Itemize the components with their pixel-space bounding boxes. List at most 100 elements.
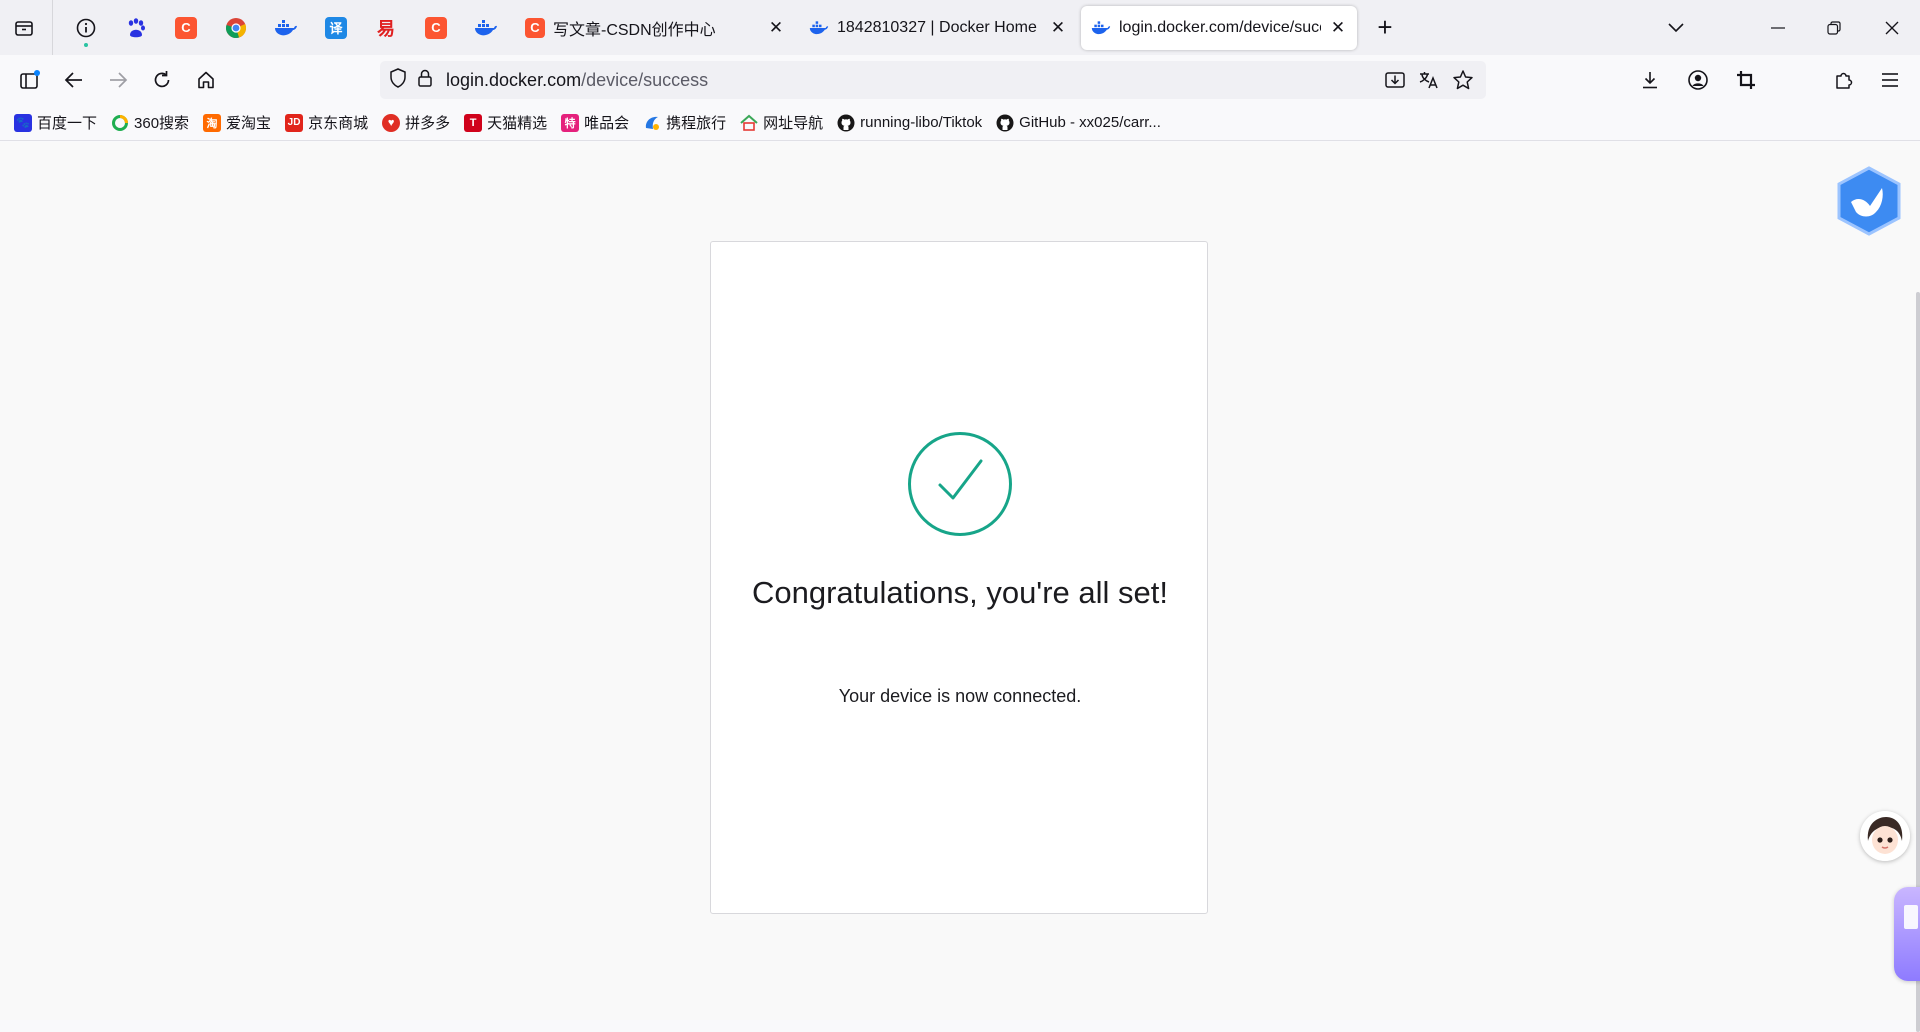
csdn-icon: C — [175, 16, 197, 39]
url-text[interactable]: login.docker.com/device/success — [446, 70, 708, 91]
list-all-tabs-button[interactable] — [1648, 0, 1704, 55]
download-icon — [1643, 72, 1657, 89]
docker-icon — [275, 19, 297, 35]
tab-title: 写文章-CSDN创作中心 — [553, 21, 716, 39]
translate-icon[interactable] — [1412, 70, 1446, 90]
github-icon — [837, 114, 855, 132]
tmall-icon: T — [464, 113, 483, 132]
tab-divider — [52, 0, 53, 55]
bookmark-label: 360搜索 — [134, 115, 190, 132]
github-icon — [996, 114, 1014, 132]
close-icon[interactable]: ✕ — [767, 18, 785, 38]
docker-icon — [809, 20, 829, 34]
pinned-tab-chrome[interactable] — [211, 0, 261, 55]
forward-button[interactable] — [96, 60, 140, 100]
sidebar-icon — [20, 70, 40, 89]
new-tab-button[interactable]: + — [1365, 8, 1405, 48]
pinned-tab-info[interactable] — [61, 0, 111, 55]
close-icon[interactable]: ✕ — [1049, 18, 1067, 38]
pinned-tab-baidu[interactable] — [111, 0, 161, 55]
baidu-icon: 🐾 — [14, 113, 32, 132]
tab-overview-icon[interactable] — [6, 10, 42, 46]
bookmark-360[interactable]: 360搜索 — [111, 112, 189, 133]
bookmark-label: 京东商城 — [308, 115, 369, 132]
crop-icon — [1737, 71, 1755, 89]
hamburger-icon — [1882, 73, 1898, 87]
bookmark-baidu[interactable]: 🐾 百度一下 — [14, 112, 97, 133]
pinned-tab-translate[interactable]: 译 — [311, 0, 361, 55]
tab-docker-home[interactable]: 1842810327 | Docker Home ✕ — [799, 6, 1077, 50]
360-icon — [111, 114, 129, 132]
downloads-button[interactable] — [1626, 60, 1674, 100]
ctrip-icon — [643, 114, 661, 132]
nav-icon — [740, 114, 758, 132]
bookmark-label: 网址导航 — [763, 115, 824, 132]
pinned-tab-docker-2[interactable] — [461, 0, 511, 55]
bookmark-label: 拼多多 — [405, 115, 451, 132]
pinned-tab-csdn[interactable]: C — [161, 0, 211, 55]
account-button[interactable] — [1674, 60, 1722, 100]
bookmark-pdd[interactable]: ♥ 拼多多 — [382, 112, 450, 133]
assistant-avatar[interactable] — [1860, 811, 1910, 861]
reload-icon — [154, 71, 170, 88]
install-page-icon[interactable] — [1378, 70, 1412, 90]
toolbar-right — [1626, 55, 1920, 105]
pinned-tab-csdn-2[interactable]: C — [411, 0, 461, 55]
bookmark-nav[interactable]: 网址导航 — [740, 112, 823, 133]
account-icon — [1688, 70, 1708, 90]
minimize-button[interactable] — [1750, 0, 1806, 55]
menu-button[interactable] — [1868, 60, 1912, 100]
translate-icon: 译 — [325, 16, 347, 39]
extensions-button[interactable] — [1820, 60, 1868, 100]
bookmark-jd[interactable]: JD 京东商城 — [285, 112, 368, 133]
pdd-icon: ♥ — [382, 113, 401, 132]
csdn-icon: C — [425, 16, 447, 39]
docker-icon — [475, 19, 497, 35]
bookmark-tmall[interactable]: T 天猫精选 — [464, 112, 547, 133]
restore-button[interactable] — [1806, 0, 1862, 55]
success-card: Congratulations, you're all set! Your de… — [710, 241, 1208, 914]
baidu-icon — [128, 17, 145, 37]
shield-icon[interactable] — [388, 67, 408, 94]
url-path: /device/success — [581, 69, 709, 90]
chrome-icon — [226, 17, 247, 38]
home-icon — [198, 71, 214, 89]
bookmark-taobao[interactable]: 淘 爱淘宝 — [203, 112, 271, 133]
bookmark-github-carr[interactable]: GitHub - xx025/carr... — [996, 114, 1161, 132]
bookmark-star-icon[interactable] — [1446, 69, 1480, 91]
home-button[interactable] — [184, 60, 228, 100]
reload-button[interactable] — [140, 60, 184, 100]
lock-icon[interactable] — [416, 68, 434, 93]
success-title: Congratulations, you're all set! — [751, 575, 1169, 610]
side-panel-widget[interactable] — [1894, 887, 1920, 981]
close-icon[interactable]: ✕ — [1329, 18, 1347, 38]
bookmark-ctrip[interactable]: 携程旅行 — [643, 112, 726, 133]
vip-icon: 特 — [561, 113, 580, 132]
pinned-tab-yi[interactable]: 易 — [361, 0, 411, 55]
address-bar[interactable]: login.docker.com/device/success — [380, 61, 1486, 99]
bookmark-label: 唯品会 — [584, 115, 630, 132]
arrow-right-icon — [110, 72, 128, 88]
bookmark-label: 百度一下 — [37, 115, 98, 132]
tab-csdn[interactable]: C 写文章-CSDN创作中心 ✕ — [515, 6, 795, 50]
pinned-tab-docker[interactable] — [261, 0, 311, 55]
url-actions — [1378, 61, 1480, 99]
screenshot-button[interactable] — [1722, 60, 1770, 100]
bookmark-label: running-libo/Tiktok — [860, 114, 983, 131]
sidebar-toggle-button[interactable] — [8, 60, 52, 100]
csdn-icon: C — [525, 17, 545, 38]
back-button[interactable] — [52, 60, 96, 100]
puzzle-icon — [1836, 72, 1853, 89]
bookmark-label: 携程旅行 — [666, 115, 727, 132]
yi-icon: 易 — [377, 18, 395, 39]
tab-strip: C 译 易 C C 写文章-CSDN创作中心 ✕ 1842810327 | Do… — [0, 0, 1920, 55]
tab-docker-login[interactable]: login.docker.com/device/succ ✕ — [1081, 5, 1357, 50]
docker-icon — [1091, 20, 1111, 34]
bookmark-github-tiktok[interactable]: running-libo/Tiktok — [837, 114, 982, 132]
close-window-button[interactable] — [1864, 0, 1920, 55]
page-content: Congratulations, you're all set! Your de… — [0, 142, 1920, 1032]
bird-extension-icon[interactable] — [1836, 166, 1902, 236]
bookmark-label: GitHub - xx025/carr... — [1019, 114, 1161, 131]
bookmark-vip[interactable]: 特 唯品会 — [561, 112, 629, 133]
url-host: login.docker.com — [446, 69, 582, 90]
